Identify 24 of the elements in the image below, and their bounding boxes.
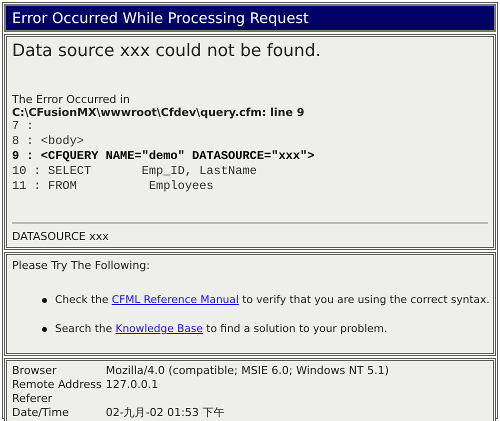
info-value: 02-九月-02 01:53 下午 — [106, 406, 226, 420]
bullet-icon — [42, 298, 47, 302]
info-value: 127.0.0.1 — [106, 378, 160, 392]
suggestion-text: Check the CFML Reference Manual to verify that you are using the correct syntax. — [55, 294, 490, 306]
error-location: C:\CFusionMX\wwwroot\Cfdev\query.cfm: line 9 — [12, 106, 306, 119]
suggestion-text: Search the Knowledge Base to find a solution to your problem. — [55, 323, 388, 335]
info-label: Remote Address — [12, 378, 102, 392]
error-location-label: The Error Occurred in — [12, 93, 131, 106]
code-line: 7 : — [12, 119, 35, 134]
code-line: 11 : FROM Employees — [12, 179, 215, 194]
page-title: Error Occurred While Processing Request — [12, 11, 309, 27]
code-line: 10 : SELECT Emp_ID, LastName — [12, 164, 258, 179]
code-line: 8 : <body> — [12, 134, 86, 149]
bullet-icon — [42, 326, 47, 332]
info-label: Browser — [12, 364, 58, 378]
suggestions-heading: Please Try The Following: — [12, 259, 151, 272]
info-label: Date/Time — [12, 406, 70, 420]
error-message: Data source xxx could not be found. — [12, 41, 322, 61]
info-value: Mozilla/4.0 (compatible; MSIE 6.0; Windows NT 5.1) — [106, 364, 390, 378]
help-link[interactable]: CFML Reference Manual — [112, 294, 239, 306]
info-label: Referer — [12, 392, 54, 406]
help-link[interactable]: Knowledge Base — [116, 323, 203, 335]
code-line: 9 : <CFQUERY NAME="demo" DATASOURCE="xxx"> — [12, 149, 316, 164]
datasource-detail: DATASOURCE xxx — [12, 230, 110, 243]
